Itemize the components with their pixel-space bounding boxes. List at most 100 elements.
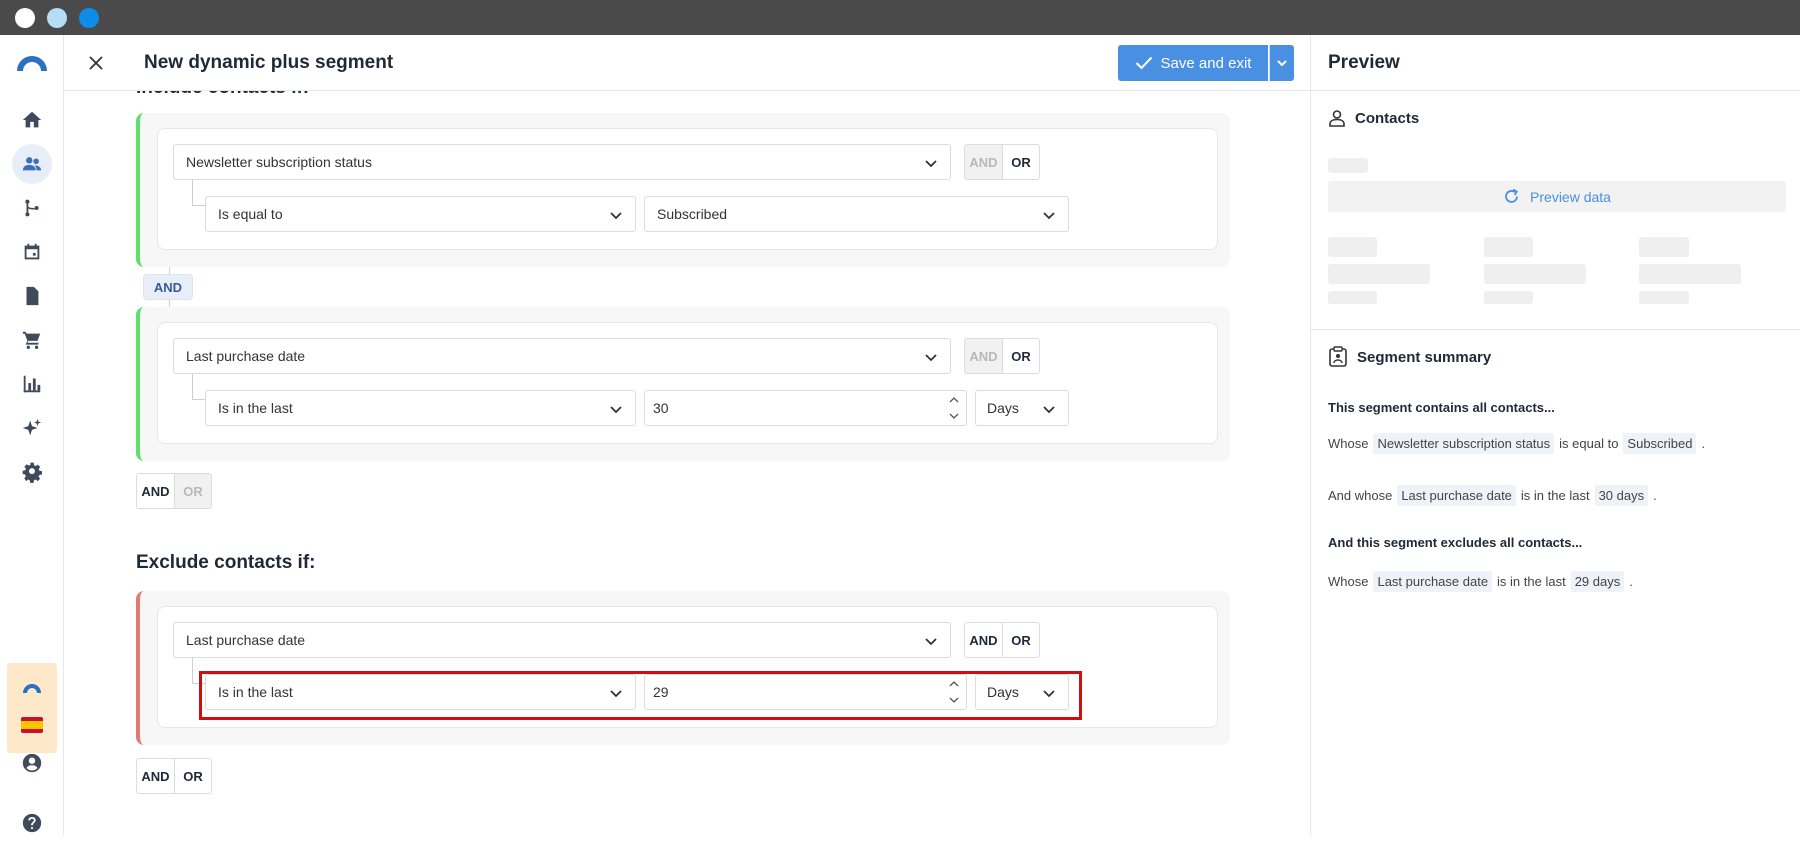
and-or-toggle[interactable]: AND OR — [964, 144, 1040, 180]
and-option[interactable]: AND — [965, 623, 1002, 657]
and-option[interactable]: AND — [137, 759, 174, 793]
window-maximize-dot[interactable] — [79, 8, 99, 28]
skeleton-placeholder — [1328, 158, 1368, 173]
summary-field-tag: Last purchase date — [1397, 485, 1516, 506]
window-titlebar — [0, 0, 1800, 35]
skeleton-placeholder — [1484, 264, 1586, 284]
group-join-operator[interactable]: AND — [143, 274, 193, 300]
tree-connector — [192, 180, 193, 205]
skeleton-placeholder — [1484, 291, 1533, 304]
account-switcher[interactable] — [7, 663, 57, 753]
user-profile-icon[interactable] — [12, 743, 52, 783]
nav-ecommerce-icon[interactable] — [12, 320, 52, 360]
summary-text: Whose — [1328, 436, 1369, 451]
chevron-down-icon — [1043, 406, 1055, 414]
include-condition-group-2: Last purchase date AND OR Is in the last… — [136, 307, 1230, 461]
chevron-down-icon — [610, 212, 622, 220]
summary-rule-2: And whose Last purchase date is in the l… — [1328, 485, 1657, 506]
chevron-down-icon — [925, 638, 937, 646]
skeleton-placeholder — [1328, 264, 1430, 284]
skeleton-placeholder — [1328, 291, 1377, 304]
summary-text: Whose — [1328, 574, 1369, 589]
exclude-condition-group-1: Last purchase date AND OR Is in the last… — [136, 591, 1230, 745]
field-select[interactable]: Newsletter subscription status — [173, 144, 951, 180]
window-minimize-dot[interactable] — [47, 8, 67, 28]
preview-title: Preview — [1328, 52, 1400, 73]
chevron-down-icon — [610, 406, 622, 414]
segment-summary-title: Segment summary — [1357, 348, 1492, 366]
unit-select[interactable]: Days — [975, 390, 1069, 426]
nav-automation-icon[interactable] — [12, 188, 52, 228]
summary-rule-1: Whose Newsletter subscription status is … — [1328, 433, 1705, 454]
field-select[interactable]: Last purchase date — [173, 338, 951, 374]
left-nav — [0, 35, 64, 835]
chevron-down-icon — [1043, 212, 1055, 220]
segment-summary-header: Segment summary — [1328, 346, 1491, 368]
chevron-down-icon — [1277, 60, 1287, 67]
or-option[interactable]: OR — [1002, 339, 1039, 373]
nav-contacts-icon[interactable] — [12, 144, 52, 184]
or-option[interactable]: OR — [1002, 145, 1039, 179]
include-add-group-toggle[interactable]: AND OR — [136, 473, 212, 509]
and-option[interactable]: AND — [137, 474, 174, 508]
nav-ai-sparkle-icon[interactable] — [12, 408, 52, 448]
summary-text: . — [1629, 574, 1633, 589]
excludes-heading: And this segment excludes all contacts..… — [1328, 535, 1583, 550]
days-number-input[interactable]: 30 — [644, 390, 967, 426]
close-icon — [89, 56, 103, 70]
highlighted-condition-row — [199, 671, 1082, 720]
summary-text: is in the last — [1520, 488, 1590, 503]
clipboard-icon — [1329, 346, 1347, 367]
field-select[interactable]: Last purchase date — [173, 622, 951, 658]
or-option[interactable]: OR — [174, 759, 211, 793]
operator-select-value: Is equal to — [218, 206, 283, 222]
editor-header: New dynamic plus segment Save and exit — [64, 35, 1310, 91]
summary-text: is in the last — [1497, 574, 1566, 589]
contacts-label: Contacts — [1355, 109, 1420, 127]
nav-settings-gear-icon[interactable] — [12, 452, 52, 492]
skeleton-placeholder — [1328, 237, 1377, 257]
contains-heading: This segment contains all contacts... — [1328, 400, 1555, 415]
window-close-dot[interactable] — [15, 8, 35, 28]
page-title: New dynamic plus segment — [144, 52, 394, 73]
person-icon — [1329, 110, 1345, 127]
summary-value-tag: 30 days — [1594, 485, 1649, 506]
and-option[interactable]: AND — [965, 145, 1002, 179]
or-option[interactable]: OR — [174, 474, 211, 508]
and-or-toggle[interactable]: AND OR — [964, 622, 1040, 658]
condition-card: Newsletter subscription status AND OR Is… — [157, 128, 1218, 250]
field-select-value: Last purchase date — [186, 348, 306, 364]
save-and-exit-label: Save and exit — [1160, 54, 1252, 72]
divider — [1311, 329, 1800, 330]
preview-data-button[interactable]: Preview data — [1328, 181, 1786, 212]
operator-select[interactable]: Is in the last — [205, 390, 636, 426]
close-editor-button[interactable] — [82, 49, 110, 77]
summary-value-tag: 29 days — [1570, 571, 1625, 592]
app-logo[interactable] — [15, 51, 49, 71]
save-options-dropdown[interactable] — [1269, 45, 1294, 81]
field-select-value: Last purchase date — [186, 632, 306, 648]
condition-card: Last purchase date AND OR Is in the last… — [157, 322, 1218, 444]
summary-field-tag: Newsletter subscription status — [1373, 433, 1555, 454]
summary-text: . — [1653, 488, 1657, 503]
skeleton-placeholder — [1639, 291, 1689, 304]
nav-pages-icon[interactable] — [12, 276, 52, 316]
nav-calendar-icon[interactable] — [12, 232, 52, 272]
skeleton-placeholder — [1639, 264, 1741, 284]
stepper-arrows-icon[interactable] — [948, 394, 960, 422]
help-icon[interactable] — [12, 803, 52, 843]
skeleton-placeholder — [1639, 237, 1689, 257]
or-option[interactable]: OR — [1002, 623, 1039, 657]
summary-value-tag: Subscribed — [1623, 433, 1697, 454]
summary-text: . — [1701, 436, 1706, 451]
save-and-exit-button[interactable]: Save and exit — [1118, 45, 1268, 81]
value-select[interactable]: Subscribed — [644, 196, 1069, 232]
operator-select[interactable]: Is equal to — [205, 196, 636, 232]
nav-home-icon[interactable] — [12, 100, 52, 140]
nav-reports-icon[interactable] — [12, 364, 52, 404]
and-option[interactable]: AND — [965, 339, 1002, 373]
tree-connector — [192, 399, 205, 400]
exclude-add-group-toggle[interactable]: AND OR — [136, 758, 212, 794]
and-or-toggle[interactable]: AND OR — [964, 338, 1040, 374]
skeleton-placeholder — [1484, 237, 1533, 257]
